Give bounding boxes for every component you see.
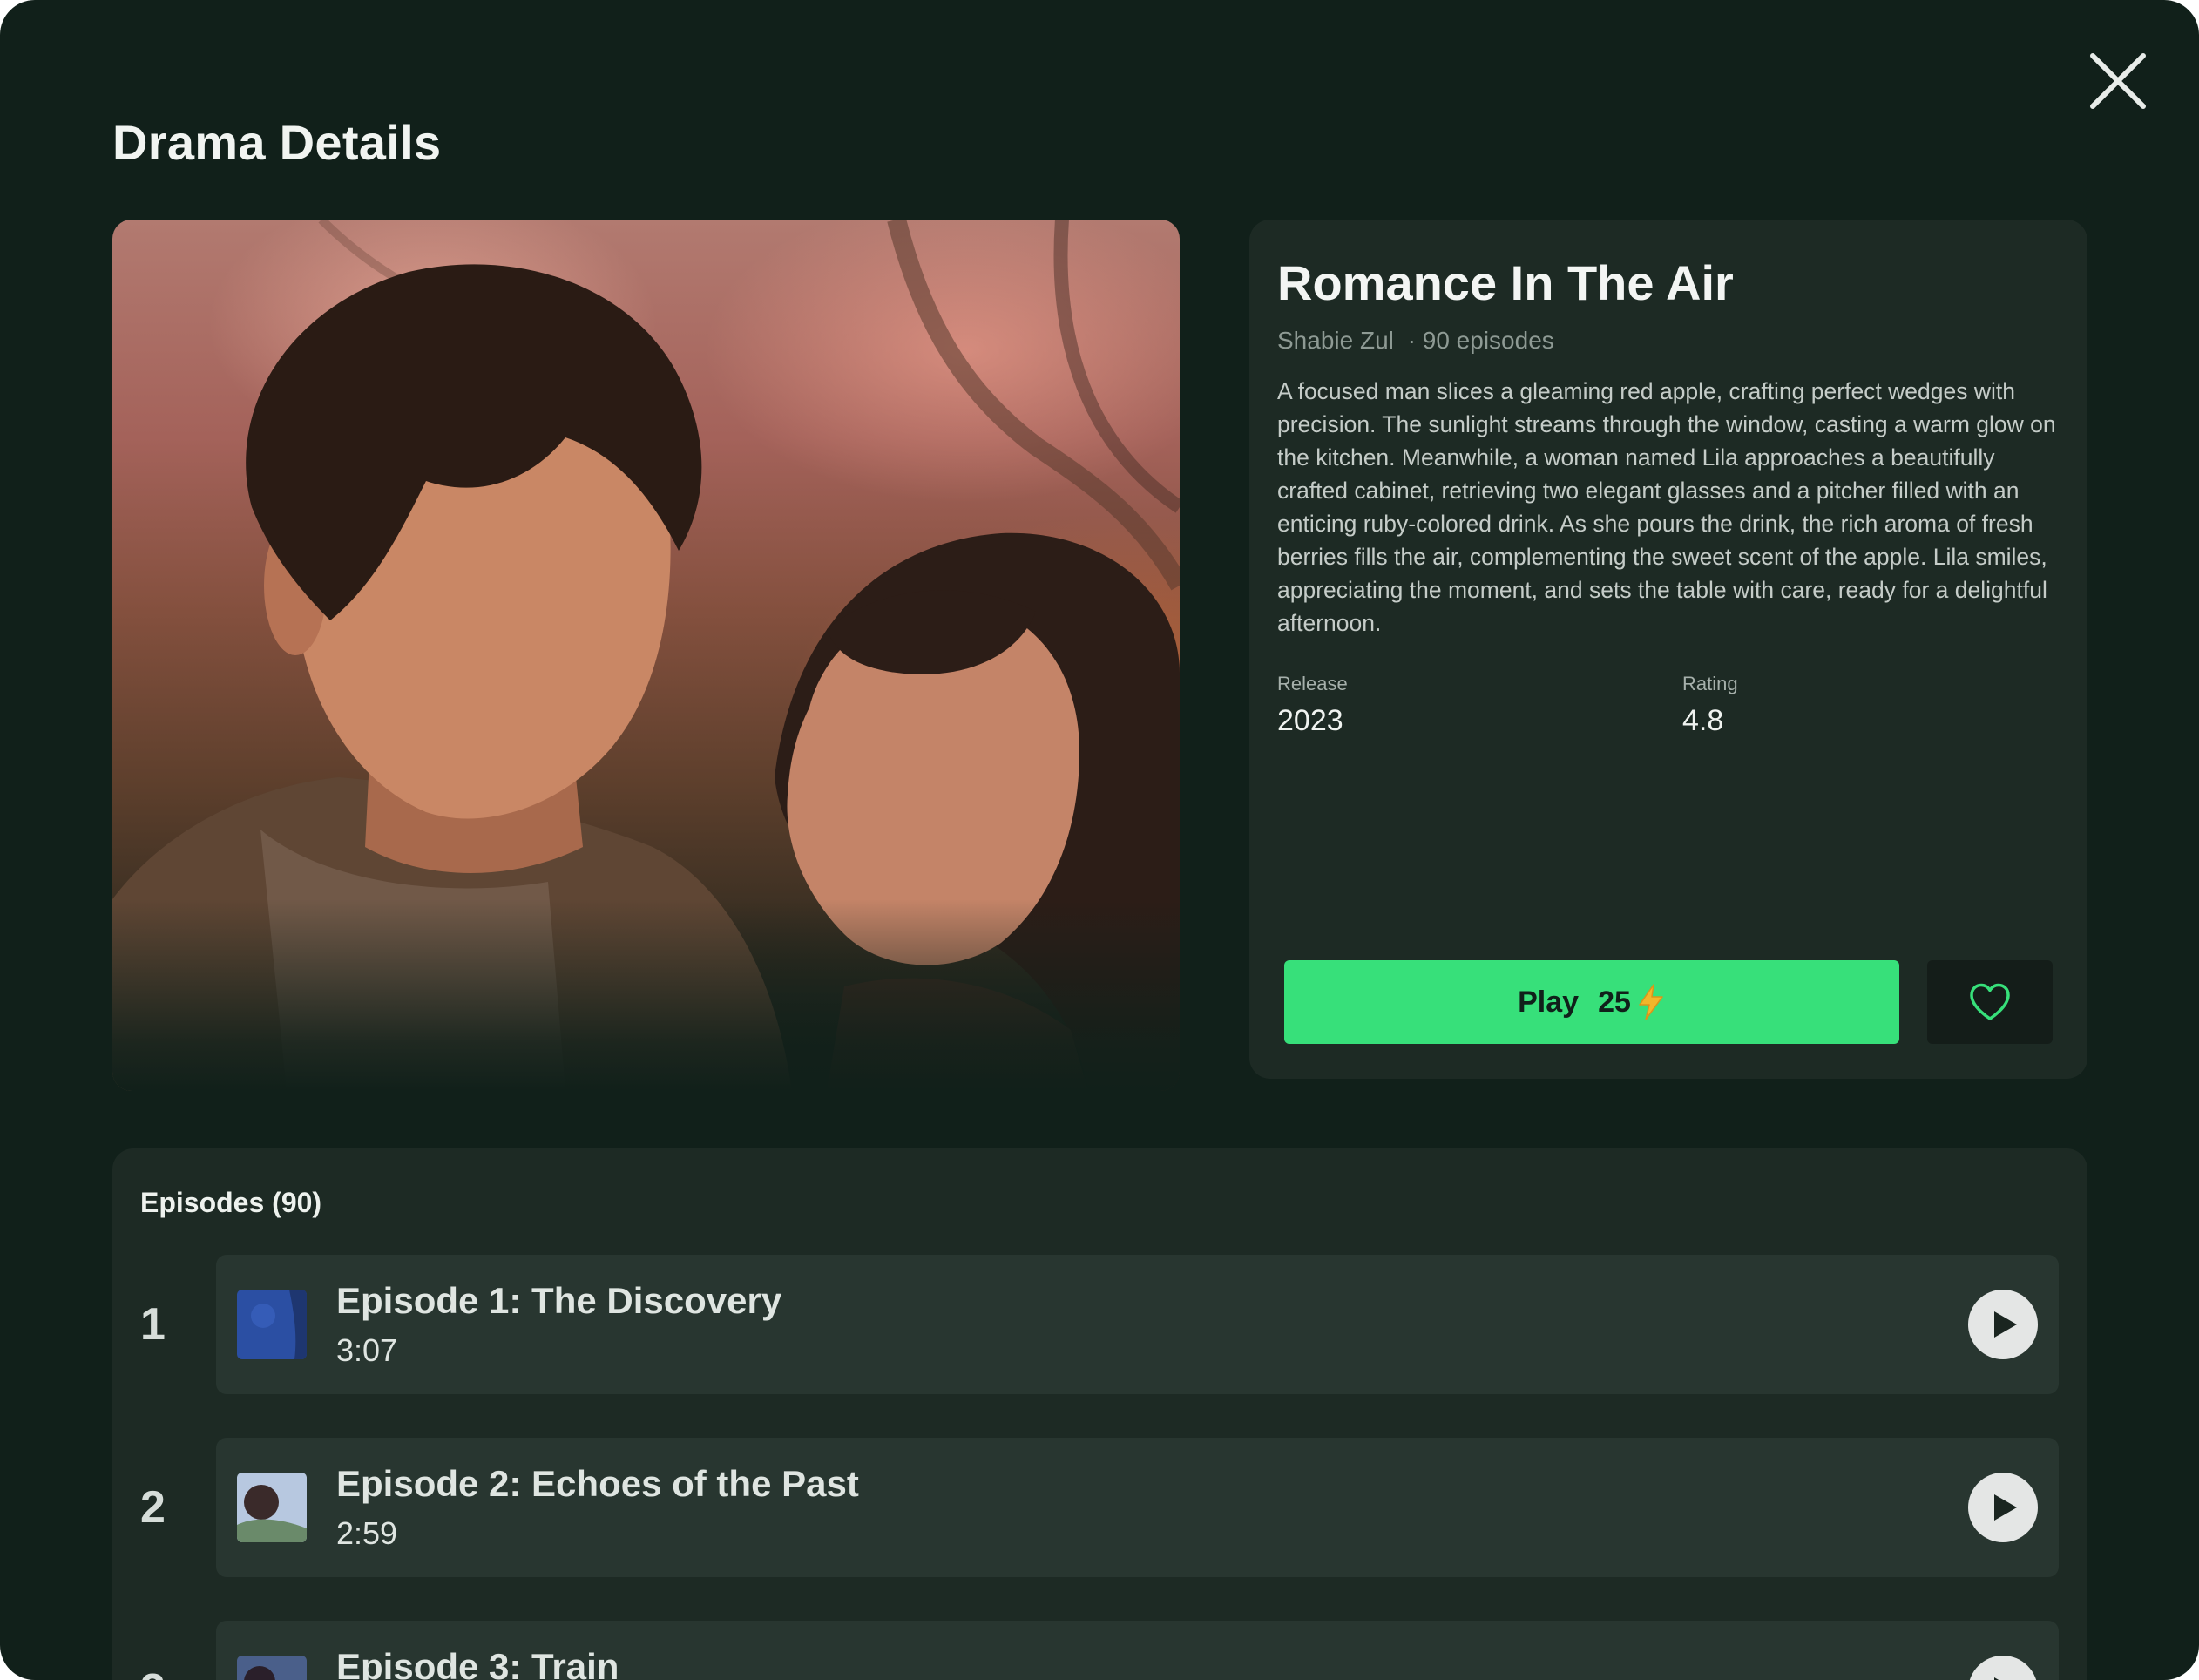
episode-duration: 3:07 <box>336 1332 398 1368</box>
rating-value: 4.8 <box>1682 704 1724 737</box>
play-icon <box>1994 1494 2017 1521</box>
close-button[interactable] <box>2086 49 2150 113</box>
close-icon <box>2090 53 2146 109</box>
play-icon <box>1994 1311 2017 1338</box>
drama-episode-count: · 90 episodes <box>1407 327 1554 354</box>
episode-title: Episode 1: The Discovery <box>336 1280 782 1321</box>
drama-info-card: Romance In The Air Shabie Zul · 90 episo… <box>1249 220 2087 1079</box>
episode-play-button[interactable] <box>1968 1473 2038 1542</box>
episode-row: 1 Episode 1: The Discovery 3:07 <box>112 1255 2087 1394</box>
episode-title: Episode 2: Echoes of the Past <box>336 1463 859 1504</box>
episode-thumbnail-image <box>237 1656 307 1680</box>
release-value: 2023 <box>1277 704 1343 737</box>
rating-stat: Rating 4.8 <box>1682 671 1738 741</box>
release-stat: Release 2023 <box>1277 671 1348 741</box>
episode-thumbnail-image <box>237 1290 307 1359</box>
episode-thumbnail <box>237 1656 307 1680</box>
episode-row: 3 Episode 3: Train <box>112 1621 2087 1680</box>
episode-thumbnail <box>237 1290 307 1359</box>
play-button-label: Play <box>1518 985 1580 1019</box>
episode-title: Episode 3: Train <box>336 1646 619 1680</box>
page-title: Drama Details <box>112 115 442 170</box>
episode-play-button[interactable] <box>1968 1290 2038 1359</box>
episode-number: 2 <box>140 1482 166 1533</box>
drama-meta: Shabie Zul · 90 episodes <box>1277 324 1561 357</box>
play-icon <box>1994 1677 1999 1680</box>
episode-card[interactable]: Episode 1: The Discovery 3:07 <box>216 1255 2059 1394</box>
episodes-panel: Episodes (90) 1 Episode 1: The Discovery… <box>112 1148 2087 1680</box>
episode-thumbnail-image <box>237 1473 307 1542</box>
episode-card[interactable]: Episode 3: Train <box>216 1621 2059 1680</box>
episode-duration: 2:59 <box>336 1515 398 1551</box>
episode-number: 1 <box>140 1299 166 1350</box>
drama-details-modal: Drama Details Romance In The Air Shabie … <box>0 0 2199 1680</box>
drama-description: A focused man slices a gleaming red appl… <box>1277 378 2056 636</box>
episode-row: 2 Episode 2: Echoes of the Past 2:59 <box>112 1438 2087 1577</box>
heart-icon <box>1970 983 2010 1020</box>
episode-number: 3 <box>140 1664 166 1680</box>
drama-poster-image <box>112 220 1180 1091</box>
poster-fade-overlay <box>112 899 1180 1091</box>
play-cost: 25 <box>1598 985 1631 1019</box>
episode-play-button[interactable] <box>1968 1656 2038 1680</box>
favorite-button[interactable] <box>1927 960 2053 1044</box>
episode-thumbnail <box>237 1473 307 1542</box>
rating-label: Rating <box>1682 673 1738 694</box>
play-button[interactable]: Play 25 <box>1284 960 1899 1044</box>
episode-card[interactable]: Episode 2: Echoes of the Past 2:59 <box>216 1438 2059 1577</box>
drama-title: Romance In The Air <box>1277 255 1734 310</box>
release-label: Release <box>1277 673 1348 694</box>
lightning-bolt-icon <box>1639 984 1663 1020</box>
drama-author: Shabie Zul <box>1277 327 1394 354</box>
episodes-header: Episodes (90) <box>140 1187 322 1218</box>
